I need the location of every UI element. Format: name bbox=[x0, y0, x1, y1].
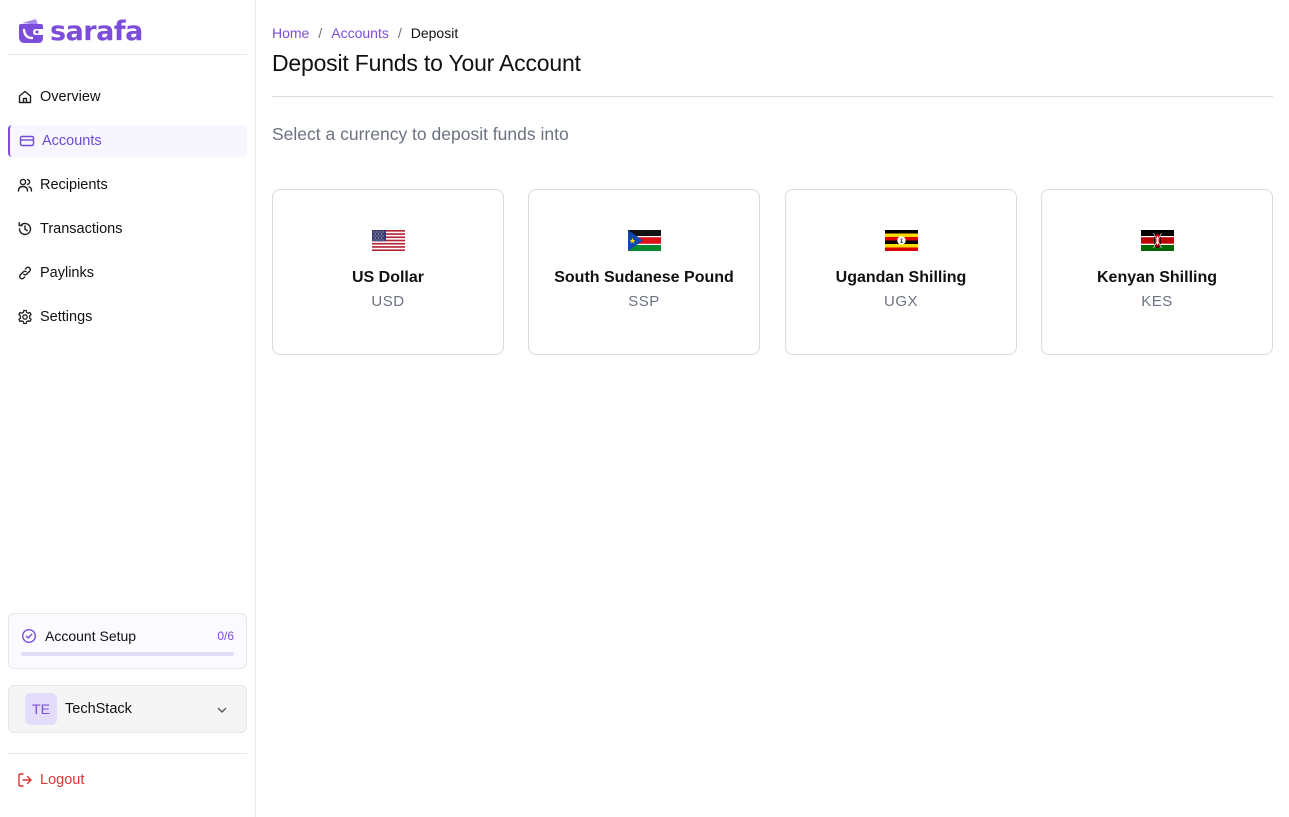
divider bbox=[8, 753, 247, 754]
sidebar-item-label: Transactions bbox=[40, 221, 123, 237]
sidebar: sarafa Overview Accounts Recipients Tran… bbox=[0, 0, 256, 817]
sidebar-item-recipients[interactable]: Recipients bbox=[8, 169, 247, 201]
wallet-logo-icon bbox=[16, 16, 46, 46]
logout-icon bbox=[17, 772, 33, 788]
breadcrumb-separator: / bbox=[397, 25, 402, 41]
page-subtitle: Select a currency to deposit funds into bbox=[272, 124, 569, 144]
logout-button[interactable]: Logout bbox=[17, 772, 84, 788]
divider bbox=[272, 96, 1273, 97]
divider bbox=[8, 54, 247, 55]
sidebar-item-overview[interactable]: Overview bbox=[8, 81, 247, 113]
currency-name: Kenyan Shilling bbox=[1096, 269, 1217, 286]
history-icon bbox=[17, 221, 33, 237]
currency-code: USD bbox=[371, 293, 405, 310]
currency-code: KES bbox=[1141, 293, 1173, 310]
check-circle-icon bbox=[21, 628, 37, 644]
sidebar-item-label: Recipients bbox=[40, 177, 108, 193]
sidebar-item-label: Settings bbox=[40, 309, 93, 325]
uganda-flag-icon bbox=[885, 230, 918, 251]
avatar: TE bbox=[25, 693, 57, 725]
currency-card-ugx[interactable]: Ugandan Shilling UGX bbox=[785, 189, 1017, 355]
currency-card-list: US Dollar USD South Sudanese Pound SSP U… bbox=[272, 189, 1273, 355]
page-title: Deposit Funds to Your Account bbox=[272, 50, 581, 76]
chevron-down-icon bbox=[214, 702, 230, 718]
link-icon bbox=[17, 265, 33, 281]
logo[interactable]: sarafa bbox=[16, 14, 143, 48]
users-icon bbox=[17, 177, 33, 193]
breadcrumb-current: Deposit bbox=[410, 25, 459, 41]
gear-icon bbox=[17, 309, 33, 325]
breadcrumb-home[interactable]: Home bbox=[272, 25, 309, 41]
account-setup-count: 0/6 bbox=[217, 629, 234, 643]
brand-name: sarafa bbox=[50, 15, 143, 47]
currency-card-usd[interactable]: US Dollar USD bbox=[272, 189, 504, 355]
currency-name: South Sudanese Pound bbox=[554, 269, 734, 286]
sidebar-item-accounts[interactable]: Accounts bbox=[8, 125, 247, 157]
currency-name: Ugandan Shilling bbox=[835, 269, 967, 286]
card-icon bbox=[19, 133, 35, 149]
sidebar-item-label: Overview bbox=[40, 89, 101, 105]
sidebar-item-settings[interactable]: Settings bbox=[8, 301, 247, 333]
account-setup-progress-bar bbox=[21, 652, 234, 656]
currency-code: UGX bbox=[883, 293, 918, 310]
account-setup-label: Account Setup bbox=[45, 628, 137, 644]
currency-code: SSP bbox=[628, 293, 660, 310]
logout-label: Logout bbox=[40, 772, 85, 788]
account-setup-card[interactable]: Account Setup 0/6 bbox=[8, 613, 247, 669]
currency-card-ssp[interactable]: South Sudanese Pound SSP bbox=[528, 189, 760, 355]
breadcrumb-separator: / bbox=[318, 25, 323, 41]
organization-name: TechStack bbox=[65, 701, 132, 717]
kenya-flag-icon bbox=[1141, 230, 1174, 251]
breadcrumb: Home / Accounts / Deposit bbox=[272, 25, 458, 41]
breadcrumb-accounts[interactable]: Accounts bbox=[331, 25, 389, 41]
currency-card-kes[interactable]: Kenyan Shilling KES bbox=[1041, 189, 1273, 355]
sidebar-item-label: Accounts bbox=[42, 133, 102, 149]
currency-name: US Dollar bbox=[351, 269, 424, 286]
home-icon bbox=[17, 89, 33, 105]
sidebar-item-transactions[interactable]: Transactions bbox=[8, 213, 247, 245]
sidebar-item-label: Paylinks bbox=[40, 265, 94, 281]
sidebar-nav: Overview Accounts Recipients Transaction… bbox=[8, 81, 247, 345]
organization-switcher[interactable]: TE TechStack bbox=[8, 685, 247, 733]
south-sudan-flag-icon bbox=[628, 230, 661, 251]
sidebar-item-paylinks[interactable]: Paylinks bbox=[8, 257, 247, 289]
us-flag-icon bbox=[372, 230, 405, 251]
